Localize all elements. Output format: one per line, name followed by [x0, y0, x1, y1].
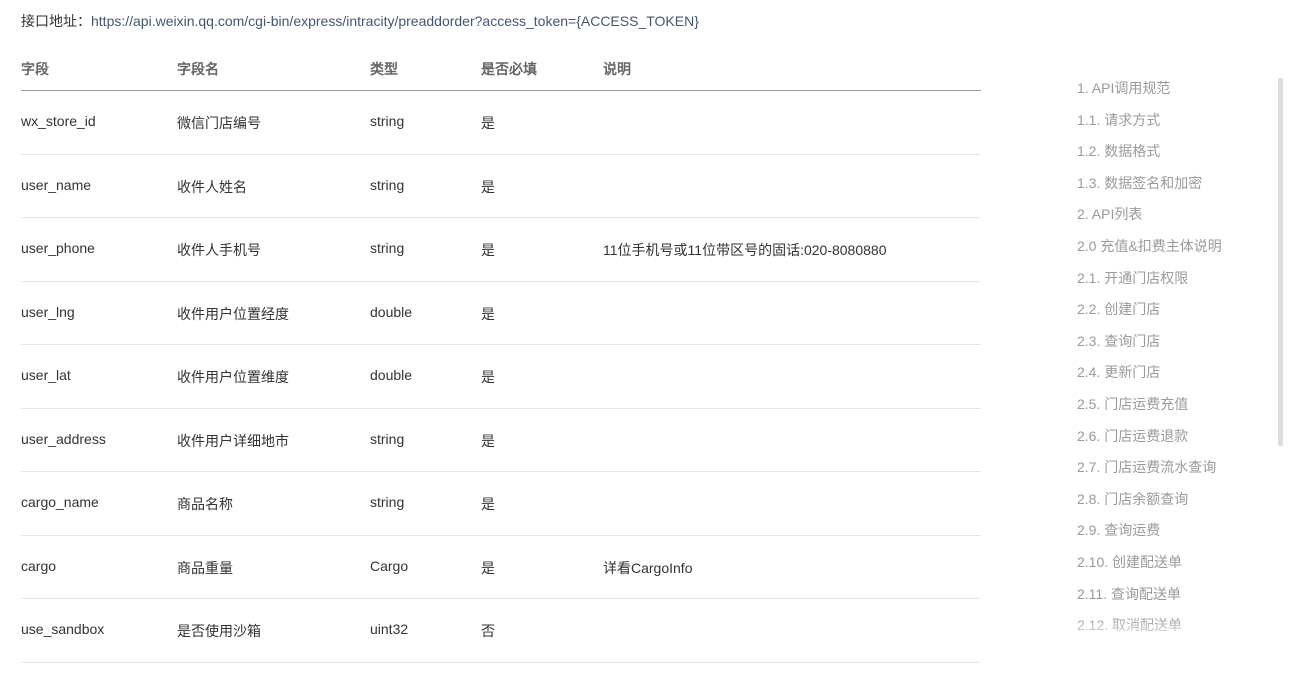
- cell-field: user_lng: [21, 303, 75, 320]
- cell-type: Cargo: [370, 557, 409, 574]
- cell-required: 是: [481, 496, 495, 512]
- cell-field: cargo_name: [21, 494, 99, 510]
- cell-field: user_lat: [21, 367, 71, 383]
- table-of-contents: 1. API调用规范 1.1. 请求方式 1.2. 数据格式 1.3. 数据签名…: [1077, 78, 1273, 660]
- toc-item[interactable]: 2.4. 更新门店: [1077, 362, 1160, 382]
- api-doc-page: 接口地址：https://api.weixin.qq.com/cgi-bin/e…: [0, 0, 1303, 691]
- header-required: 是否必填: [481, 61, 537, 77]
- toc-item[interactable]: 2.12. 取消配送单: [1077, 615, 1182, 635]
- table-row: user_phone 收件人手机号 string 是 11位手机号或11位带区号…: [21, 218, 981, 282]
- endpoint-line: 接口地址：https://api.weixin.qq.com/cgi-bin/e…: [21, 11, 699, 31]
- toc-item[interactable]: 2. API列表: [1077, 204, 1142, 224]
- cell-description: 11位手机号或11位带区号的固话:020-8080880: [603, 242, 887, 258]
- cell-required: 是: [481, 432, 495, 449]
- cell-type: string: [370, 113, 405, 129]
- toc-item[interactable]: 2.11. 查询配送单: [1077, 584, 1181, 604]
- table-row: wx_store_id 微信门店编号 string 是: [21, 91, 981, 155]
- params-table: 字段 字段名 类型 是否必填 说明 wx_store_id 微信门店编号 str…: [21, 50, 981, 663]
- header-type: 类型: [370, 61, 398, 77]
- toc-item[interactable]: 2.0 充值&扣费主体说明: [1077, 236, 1222, 256]
- toc-item[interactable]: 2.8. 门店余额查询: [1077, 489, 1188, 509]
- cell-name: 微信门店编号: [177, 115, 261, 131]
- cell-field: wx_store_id: [21, 113, 96, 129]
- header-field: 字段: [21, 61, 49, 77]
- table-row: use_sandbox 是否使用沙箱 uint32 否: [21, 599, 981, 663]
- cell-type: double: [370, 367, 413, 383]
- toc-item[interactable]: 2.7. 门店运费流水查询: [1077, 457, 1216, 477]
- cell-name: 收件用户位置维度: [177, 369, 289, 385]
- toc-item[interactable]: 2.6. 门店运费退款: [1077, 426, 1188, 446]
- toc-item[interactable]: 2.9. 查询运费: [1077, 520, 1160, 540]
- cell-name: 是否使用沙箱: [177, 623, 261, 639]
- toc-item[interactable]: 2.10. 创建配送单: [1077, 552, 1182, 572]
- cell-name: 商品名称: [177, 496, 233, 512]
- cell-name: 收件用户详细地市: [177, 432, 289, 449]
- cell-required: 是: [481, 242, 495, 258]
- cell-type: string: [370, 176, 405, 193]
- cell-required: 是: [481, 178, 495, 195]
- toc-item[interactable]: 2.1. 开通门店权限: [1077, 268, 1188, 288]
- cell-required: 否: [481, 623, 495, 639]
- cell-field: use_sandbox: [21, 621, 105, 637]
- toc-item[interactable]: 1. API调用规范: [1077, 78, 1170, 98]
- cell-field: user_phone: [21, 240, 95, 256]
- toc-item[interactable]: 1.3. 数据签名和加密: [1077, 173, 1202, 193]
- table-header: 字段 字段名 类型 是否必填 说明: [21, 50, 981, 91]
- toc-scrollbar[interactable]: [1278, 78, 1283, 446]
- toc-item[interactable]: 2.3. 查询门店: [1077, 331, 1160, 351]
- cell-name: 商品重量: [177, 559, 233, 576]
- cell-field: user_name: [21, 176, 92, 193]
- endpoint-url[interactable]: https://api.weixin.qq.com/cgi-bin/expres…: [91, 13, 699, 29]
- cell-type: string: [370, 240, 405, 256]
- table-row: user_lng 收件用户位置经度 double 是: [21, 282, 981, 345]
- cell-required: 是: [481, 305, 495, 322]
- toc-item[interactable]: 2.2. 创建门店: [1077, 299, 1160, 319]
- toc-item[interactable]: 2.5. 门店运费充值: [1077, 394, 1188, 414]
- table-row: user_address 收件用户详细地市 string 是: [21, 409, 981, 472]
- cell-type: string: [370, 494, 405, 510]
- toc-item[interactable]: 1.1. 请求方式: [1077, 110, 1160, 130]
- header-field-name: 字段名: [177, 61, 219, 77]
- cell-name: 收件人手机号: [177, 242, 261, 258]
- cell-field: user_address: [21, 430, 106, 447]
- cell-name: 收件人姓名: [177, 178, 247, 195]
- cell-field: cargo: [21, 557, 57, 574]
- table-row: user_name 收件人姓名 string 是: [21, 155, 981, 218]
- cell-required: 是: [481, 369, 495, 385]
- cell-type: double: [370, 303, 413, 320]
- cell-description: 详看CargoInfo: [603, 559, 693, 576]
- cell-name: 收件用户位置经度: [177, 305, 289, 322]
- cell-required: 是: [481, 115, 495, 131]
- table-row: user_lat 收件用户位置维度 double 是: [21, 345, 981, 409]
- table-row: cargo 商品重量 Cargo 是 详看CargoInfo: [21, 536, 981, 599]
- table-row: cargo_name 商品名称 string 是: [21, 472, 981, 536]
- cell-type: uint32: [370, 621, 409, 637]
- toc-item[interactable]: 1.2. 数据格式: [1077, 141, 1160, 161]
- header-description: 说明: [603, 61, 631, 77]
- cell-required: 是: [481, 559, 495, 576]
- endpoint-label: 接口地址：: [21, 13, 91, 29]
- cell-type: string: [370, 430, 405, 447]
